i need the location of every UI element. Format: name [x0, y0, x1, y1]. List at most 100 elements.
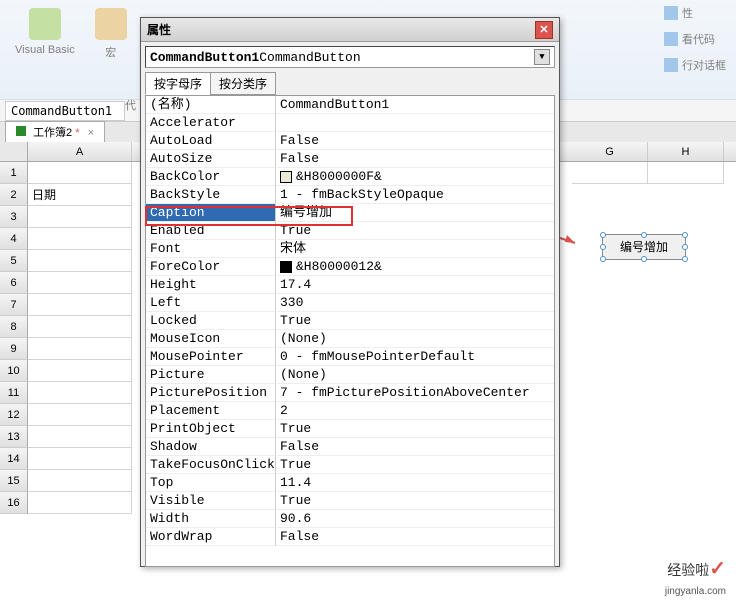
property-row[interactable]: EnabledTrue — [146, 222, 554, 240]
cell[interactable] — [648, 206, 724, 228]
close-button[interactable]: ✕ — [535, 21, 553, 39]
property-value[interactable]: True — [276, 456, 554, 474]
property-value[interactable]: (None) — [276, 366, 554, 384]
property-value[interactable]: 11.4 — [276, 474, 554, 492]
property-value[interactable] — [276, 114, 554, 132]
property-value[interactable]: False — [276, 132, 554, 150]
cell[interactable] — [648, 338, 724, 360]
col-header-H[interactable]: H — [648, 142, 724, 161]
cell[interactable] — [648, 184, 724, 206]
cell[interactable] — [648, 360, 724, 382]
property-row[interactable]: MouseIcon(None) — [146, 330, 554, 348]
property-row[interactable]: Caption编号增加 — [146, 204, 554, 222]
row-header[interactable]: 8 — [0, 316, 28, 338]
cell[interactable] — [28, 228, 132, 250]
property-value[interactable]: 宋体 — [276, 240, 554, 258]
property-row[interactable]: LockedTrue — [146, 312, 554, 330]
sheet-tab[interactable]: 工作簿2 * × — [5, 121, 105, 142]
property-row[interactable]: Left330 — [146, 294, 554, 312]
property-value[interactable]: 17.4 — [276, 276, 554, 294]
property-row[interactable]: MousePointer0 - fmMousePointerDefault — [146, 348, 554, 366]
property-row[interactable]: VisibleTrue — [146, 492, 554, 510]
cell[interactable] — [648, 426, 724, 448]
row-header[interactable]: 3 — [0, 206, 28, 228]
ribbon-item[interactable]: 看代码 — [664, 31, 726, 47]
property-value[interactable]: False — [276, 438, 554, 456]
property-value[interactable]: 0 - fmMousePointerDefault — [276, 348, 554, 366]
property-value[interactable]: &H80000012& — [276, 258, 554, 276]
object-selector[interactable]: CommandButton1 CommandButton ▼ — [145, 46, 555, 68]
cell[interactable] — [28, 382, 132, 404]
property-row[interactable]: Placement2 — [146, 402, 554, 420]
property-row[interactable]: AutoSizeFalse — [146, 150, 554, 168]
property-row[interactable]: ShadowFalse — [146, 438, 554, 456]
property-row[interactable]: Height17.4 — [146, 276, 554, 294]
cell[interactable] — [28, 272, 132, 294]
cell[interactable] — [648, 470, 724, 492]
macro-button[interactable]: 宏 — [95, 8, 127, 60]
row-header[interactable]: 9 — [0, 338, 28, 360]
property-value[interactable]: 1 - fmBackStyleOpaque — [276, 186, 554, 204]
row-header[interactable]: 1 — [0, 162, 28, 184]
cell[interactable] — [572, 360, 648, 382]
tab-categorized[interactable]: 按分类序 — [210, 72, 276, 95]
cell[interactable] — [648, 382, 724, 404]
property-value[interactable]: True — [276, 420, 554, 438]
cell[interactable] — [572, 492, 648, 514]
property-value[interactable]: 90.6 — [276, 510, 554, 528]
property-value[interactable]: False — [276, 150, 554, 168]
cell[interactable] — [572, 184, 648, 206]
row-header[interactable]: 13 — [0, 426, 28, 448]
cell[interactable] — [28, 250, 132, 272]
row-header[interactable]: 10 — [0, 360, 28, 382]
property-value[interactable]: True — [276, 222, 554, 240]
resize-handle[interactable] — [600, 256, 606, 262]
cell[interactable] — [572, 338, 648, 360]
cell[interactable] — [572, 470, 648, 492]
property-row[interactable]: WordWrapFalse — [146, 528, 554, 546]
row-header[interactable]: 12 — [0, 404, 28, 426]
property-row[interactable]: (名称)CommandButton1 — [146, 96, 554, 114]
row-header[interactable]: 15 — [0, 470, 28, 492]
visual-basic-button[interactable]: Visual Basic — [15, 8, 75, 60]
cell[interactable] — [648, 492, 724, 514]
property-row[interactable]: BackColor&H8000000F& — [146, 168, 554, 186]
ribbon-item[interactable]: 性 — [664, 5, 726, 21]
row-header[interactable]: 5 — [0, 250, 28, 272]
row-header[interactable]: 2 — [0, 184, 28, 206]
command-button-1[interactable]: 编号增加 — [602, 234, 686, 260]
cell[interactable] — [28, 404, 132, 426]
properties-titlebar[interactable]: 属性 ✕ — [141, 18, 559, 42]
name-box[interactable]: CommandButton1 — [5, 101, 125, 121]
property-value[interactable]: CommandButton1 — [276, 96, 554, 114]
cell[interactable] — [648, 404, 724, 426]
cell[interactable] — [648, 272, 724, 294]
property-row[interactable]: Accelerator — [146, 114, 554, 132]
cell[interactable] — [28, 360, 132, 382]
property-value[interactable]: 编号增加 — [276, 204, 554, 222]
resize-handle[interactable] — [600, 232, 606, 238]
property-row[interactable]: Top11.4 — [146, 474, 554, 492]
properties-grid[interactable]: (名称)CommandButton1AcceleratorAutoLoadFal… — [145, 95, 555, 567]
cell[interactable] — [648, 162, 724, 184]
cell[interactable] — [572, 404, 648, 426]
resize-handle[interactable] — [641, 256, 647, 262]
cell[interactable] — [572, 448, 648, 470]
cell[interactable] — [572, 426, 648, 448]
property-value[interactable]: True — [276, 312, 554, 330]
property-row[interactable]: TakeFocusOnClickTrue — [146, 456, 554, 474]
cell[interactable] — [572, 382, 648, 404]
property-row[interactable]: ForeColor&H80000012& — [146, 258, 554, 276]
cell[interactable] — [28, 426, 132, 448]
cell[interactable] — [28, 162, 132, 184]
resize-handle[interactable] — [600, 244, 606, 250]
cell[interactable] — [28, 470, 132, 492]
close-icon[interactable]: × — [88, 127, 94, 139]
property-row[interactable]: BackStyle1 - fmBackStyleOpaque — [146, 186, 554, 204]
property-value[interactable]: &H8000000F& — [276, 168, 554, 186]
col-header-A[interactable]: A — [28, 142, 132, 161]
row-header[interactable]: 16 — [0, 492, 28, 514]
cell[interactable] — [28, 448, 132, 470]
property-row[interactable]: PicturePosition7 - fmPicturePositionAbov… — [146, 384, 554, 402]
property-row[interactable]: Width90.6 — [146, 510, 554, 528]
